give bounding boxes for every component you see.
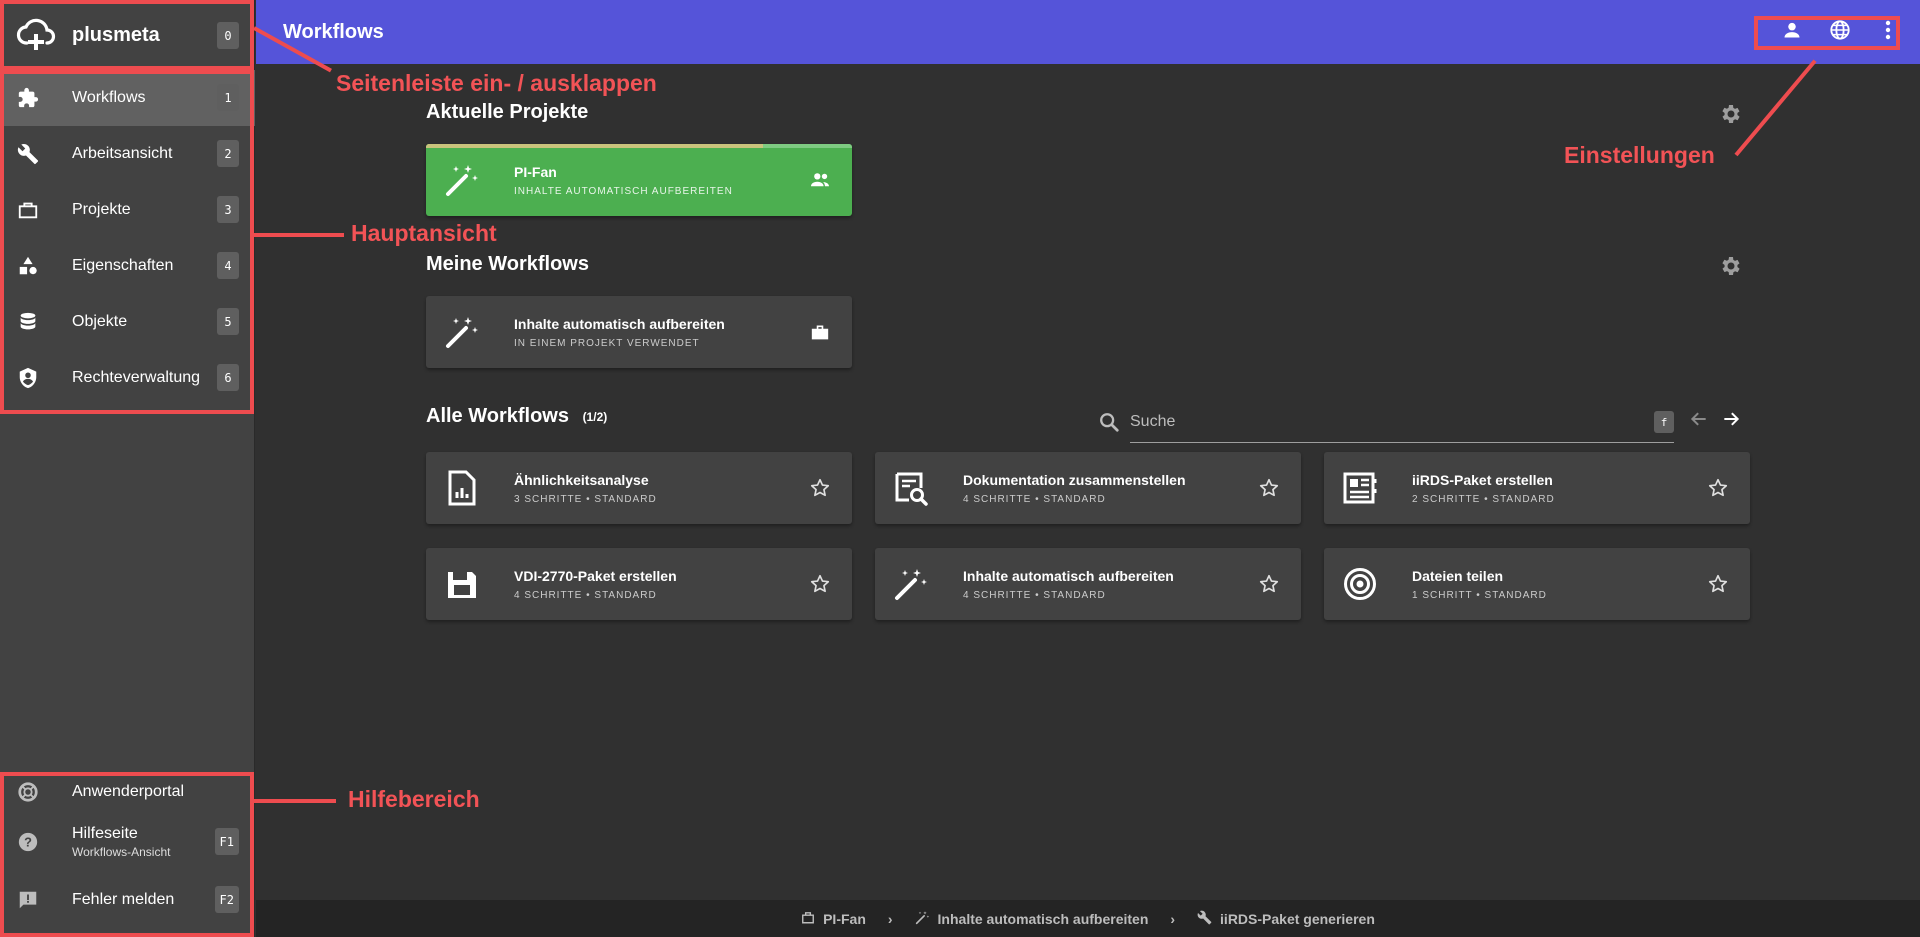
- workflow-card-title: VDI-2770-Paket erstellen: [514, 567, 677, 584]
- project-card-pi-fan[interactable]: PI-Fan INHALTE AUTOMATISCH AUFBEREITEN: [426, 144, 852, 216]
- annotation-box-settings: [1754, 16, 1900, 50]
- workflow-card-vdi-2770[interactable]: VDI-2770-Paket erstellen 4 SCHRITTE • ST…: [426, 548, 852, 620]
- chevron-right-icon: ›: [1170, 910, 1176, 927]
- workflow-card-title: Ähnlichkeitsanalyse: [514, 471, 649, 488]
- project-card-subtitle: INHALTE AUTOMATISCH AUFBEREITEN: [514, 185, 733, 197]
- workflow-card-title: Inhalte automatisch aufbereiten: [963, 567, 1174, 584]
- app-bar: Workflows: [256, 0, 1920, 64]
- arrow-right-icon[interactable]: [1720, 407, 1742, 431]
- annotation-line: [254, 799, 336, 803]
- workflow-card-subtitle: 1 SCHRITT • STANDARD: [1412, 589, 1547, 601]
- workflow-card-title: Dokumentation zusammenstellen: [963, 471, 1186, 488]
- workflow-card-inhalte-aufbereiten[interactable]: Inhalte automatisch aufbereiten 4 SCHRIT…: [875, 548, 1301, 620]
- breadcrumb-item-project[interactable]: PI-Fan: [801, 911, 866, 927]
- breadcrumb: PI-Fan › Inhalte automatisch aufbereiten…: [256, 900, 1920, 937]
- wrench-icon: [1197, 910, 1212, 928]
- annotation-label-sidebar-toggle: Seitenleiste ein- / ausklappen: [336, 70, 657, 96]
- section-title-my-workflows: Meine Workflows: [426, 253, 589, 275]
- workflow-card-title: iiRDS-Paket erstellen: [1412, 471, 1553, 488]
- workflow-card-subtitle: 4 SCHRITTE • STANDARD: [963, 493, 1106, 505]
- annotation-line: [254, 233, 344, 237]
- annotation-label-main-view: Hauptansicht: [351, 220, 497, 246]
- briefcase-icon[interactable]: [808, 320, 832, 344]
- star-outline-icon[interactable]: [1706, 572, 1730, 596]
- project-card-title: PI-Fan: [514, 163, 557, 180]
- search-shortcut-badge: f: [1654, 411, 1674, 433]
- workflow-card-subtitle: 4 SCHRITTE • STANDARD: [514, 589, 657, 601]
- people-icon[interactable]: [808, 168, 832, 192]
- breadcrumb-item-workflow[interactable]: Inhalte automatisch aufbereiten: [915, 910, 1149, 928]
- breadcrumb-label: iiRDS-Paket generieren: [1220, 910, 1375, 927]
- page-title: Workflows: [283, 20, 384, 43]
- star-outline-icon[interactable]: [808, 572, 832, 596]
- workflow-card-dokumentation[interactable]: Dokumentation zusammenstellen 4 SCHRITTE…: [875, 452, 1301, 524]
- magic-wand-icon: [442, 160, 482, 200]
- search-icon: [1098, 411, 1120, 438]
- breadcrumb-label: Inhalte automatisch aufbereiten: [937, 910, 1149, 927]
- star-outline-icon[interactable]: [1257, 572, 1281, 596]
- magic-wand-icon: [915, 910, 930, 928]
- main-view: Aktuelle Projekte PI-Fan INHALTE AUTOMAT…: [256, 64, 1920, 900]
- workflow-card-dateien-teilen[interactable]: Dateien teilen 1 SCHRITT • STANDARD: [1324, 548, 1750, 620]
- annotation-box-main-view: [0, 70, 254, 414]
- chevron-right-icon: ›: [887, 910, 893, 927]
- annotation-box-sidebar-toggle: [0, 0, 254, 70]
- file-search-icon: [891, 468, 931, 508]
- star-outline-icon[interactable]: [808, 476, 832, 500]
- workflow-card-subtitle: IN EINEM PROJEKT VERWENDET: [514, 337, 700, 349]
- floppy-icon: [442, 564, 482, 604]
- breadcrumb-label: PI-Fan: [823, 910, 866, 927]
- target-icon: [1340, 564, 1380, 604]
- workflow-card-title: Inhalte automatisch aufbereiten: [514, 315, 725, 332]
- workflow-card-title: Dateien teilen: [1412, 567, 1504, 584]
- annotation-label-settings: Einstellungen: [1564, 142, 1715, 168]
- all-workflows-title: Alle Workflows: [426, 405, 569, 427]
- workflow-card-subtitle: 3 SCHRITTE • STANDARD: [514, 493, 657, 505]
- workflow-search: f: [1098, 405, 1674, 445]
- magic-wand-icon: [442, 312, 482, 352]
- file-chart-icon: [442, 468, 482, 508]
- all-workflows-page-count: (1/2): [582, 409, 608, 424]
- search-input[interactable]: [1130, 413, 1630, 431]
- star-outline-icon[interactable]: [1257, 476, 1281, 500]
- section-title-current-projects: Aktuelle Projekte: [426, 101, 589, 123]
- annotation-label-help-area: Hilfebereich: [348, 786, 480, 812]
- pager: [1688, 407, 1742, 431]
- breadcrumb-item-step[interactable]: iiRDS-Paket generieren: [1197, 910, 1375, 928]
- gear-icon[interactable]: [1718, 254, 1742, 278]
- project-progress-bar: [426, 144, 852, 148]
- workflow-card-iirds[interactable]: iiRDS-Paket erstellen 2 SCHRITTE • STAND…: [1324, 452, 1750, 524]
- workflow-card-subtitle: 2 SCHRITTE • STANDARD: [1412, 493, 1555, 505]
- gear-icon[interactable]: [1718, 102, 1742, 126]
- star-outline-icon[interactable]: [1706, 476, 1730, 500]
- package-icon: [1340, 468, 1380, 508]
- magic-wand-icon: [891, 564, 931, 604]
- workflow-card-aehnlichkeitsanalyse[interactable]: Ähnlichkeitsanalyse 3 SCHRITTE • STANDAR…: [426, 452, 852, 524]
- annotation-box-help-area: [0, 772, 254, 937]
- arrow-left-icon[interactable]: [1688, 407, 1710, 431]
- briefcase-icon: [801, 911, 815, 927]
- search-field: f: [1130, 405, 1674, 443]
- workflow-card-subtitle: 4 SCHRITTE • STANDARD: [963, 589, 1106, 601]
- my-workflow-card[interactable]: Inhalte automatisch aufbereiten IN EINEM…: [426, 296, 852, 368]
- section-title-all-workflows: Alle Workflows (1/2): [426, 405, 607, 428]
